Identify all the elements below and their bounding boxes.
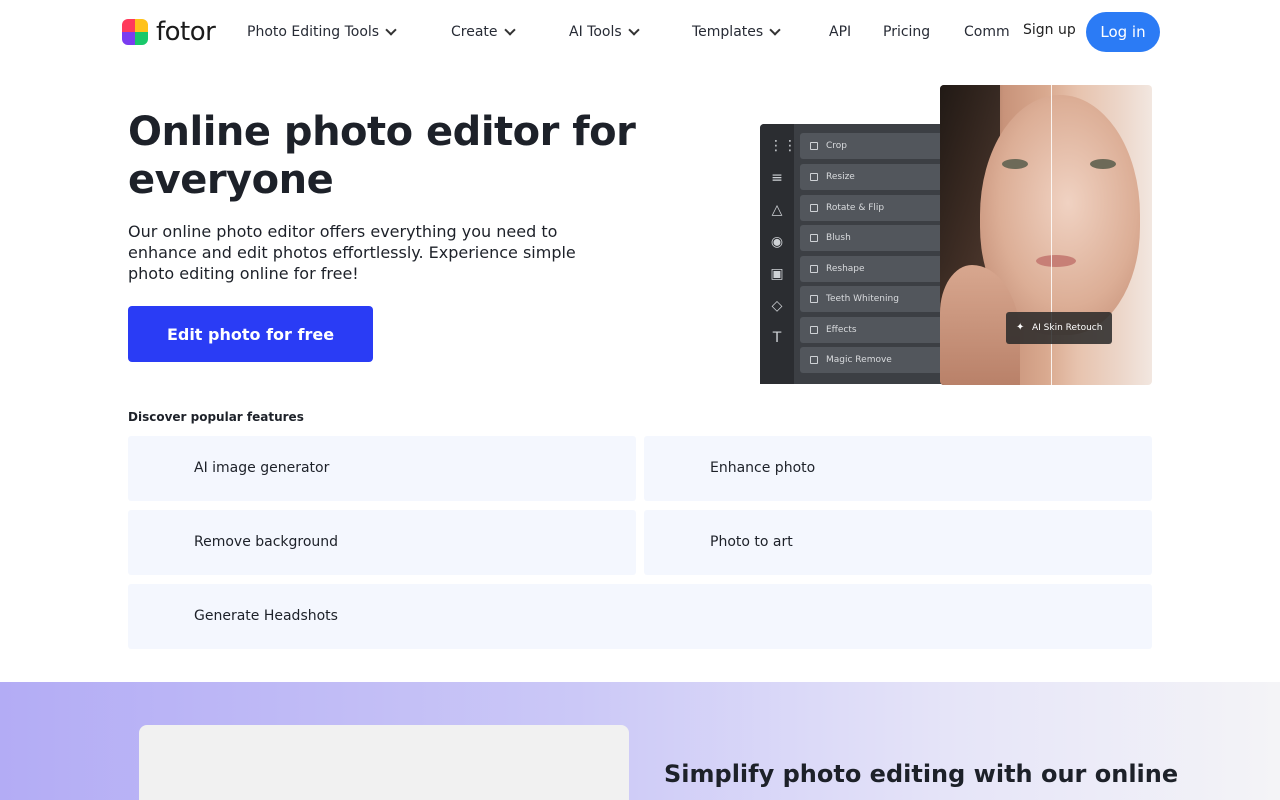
portrait-lips	[1036, 255, 1076, 267]
chevron-down-icon	[385, 24, 397, 36]
eraser-icon	[810, 356, 818, 364]
nav-label: Pricing	[883, 24, 931, 40]
tool-effects: Effects	[800, 317, 945, 343]
tool-reshape: Reshape	[800, 256, 945, 282]
tool-label: Blush	[826, 233, 851, 243]
hero-title: Online photo editor for everyone	[128, 109, 636, 203]
tool-resize: Resize	[800, 164, 945, 190]
feature-label: Remove background	[194, 534, 339, 550]
feature-label: Generate Headshots	[194, 608, 338, 624]
tool-magic-remove: Magic Remove	[800, 347, 945, 373]
tool-label: Teeth Whitening	[826, 294, 899, 304]
nav-label: Templates	[692, 24, 764, 40]
eye-icon: ◉	[770, 234, 784, 250]
brush-icon	[810, 234, 818, 242]
tool-label: Reshape	[826, 264, 865, 274]
nav-label: Photo Editing Tools	[247, 24, 380, 40]
tool-label: Resize	[826, 172, 855, 182]
resize-icon	[810, 173, 818, 181]
feature-generate-headshots[interactable]: Generate Headshots	[128, 584, 1152, 649]
chevron-down-icon	[503, 24, 516, 36]
tool-crop: Crop	[800, 133, 945, 159]
feature-remove-background[interactable]: Remove background	[128, 510, 636, 575]
tool-rotate-flip: Rotate & Flip	[800, 195, 945, 221]
nav-label: Create	[451, 24, 498, 40]
edit-photo-button[interactable]: Edit photo for free	[128, 306, 373, 362]
feature-photo-to-art[interactable]: Photo to art	[644, 510, 1152, 575]
tool-label: Effects	[826, 325, 857, 335]
editor-panel-preview: ⋮⋮ ≡ △ ◉ ▣ ◇ T Crop Resize Rotate & Flip…	[760, 124, 950, 384]
sparkle-icon: ✦	[1016, 322, 1025, 333]
feature-ai-image-generator[interactable]: AI image generator	[128, 436, 636, 501]
editor-tool-rail: ⋮⋮ ≡ △ ◉ ▣ ◇ T	[760, 124, 797, 384]
crop-icon	[810, 142, 818, 150]
feature-enhance-photo[interactable]: Enhance photo	[644, 436, 1152, 501]
nav-photo-editing-tools[interactable]: Photo Editing Tools	[247, 22, 397, 42]
banner-preview-card	[139, 725, 629, 800]
nav-label: Comm	[964, 24, 1010, 40]
tooth-icon	[810, 295, 818, 303]
feature-label: Enhance photo	[710, 460, 816, 476]
fotor-logo-icon	[122, 19, 148, 45]
signup-link[interactable]: Sign up	[1021, 22, 1076, 38]
nav-api[interactable]: API	[829, 22, 851, 42]
feature-label: AI image generator	[194, 460, 330, 476]
features-heading: Discover popular features	[128, 410, 304, 424]
login-button[interactable]: Log in	[1086, 12, 1160, 52]
tool-blush: Blush	[800, 225, 945, 251]
nav-templates[interactable]: Templates	[692, 22, 781, 42]
grid-icon: ⋮⋮	[769, 138, 797, 154]
retouch-label: AI Skin Retouch	[1032, 323, 1103, 333]
nav-label: AI Tools	[569, 24, 622, 40]
nav-create[interactable]: Create	[451, 22, 516, 42]
fotor-logo[interactable]: fotor	[122, 17, 216, 47]
tool-label: Rotate & Flip	[826, 203, 885, 213]
nav-ai-tools[interactable]: AI Tools	[569, 22, 640, 42]
portrait-eye-left	[1002, 159, 1028, 169]
tool-label: Crop	[826, 141, 848, 151]
portrait-eye-right	[1090, 159, 1116, 169]
elements-icon: ◇	[771, 298, 783, 314]
nav-label: API	[829, 24, 852, 40]
tool-label: Magic Remove	[826, 355, 892, 365]
text-icon: T	[772, 330, 782, 346]
site-header: fotor Photo Editing Tools Create AI Tool…	[0, 0, 1280, 64]
logo-text: fotor	[156, 17, 216, 47]
tool-teeth-whitening: Teeth Whitening	[800, 286, 945, 312]
rotate-icon	[810, 204, 818, 212]
effects-icon	[810, 326, 818, 334]
hero-description: Our online photo editor offers everythin…	[128, 222, 576, 283]
banner-title: Simplify photo editing with our online	[664, 760, 1179, 788]
flask-icon: △	[771, 202, 783, 218]
feature-label: Photo to art	[710, 534, 793, 550]
frame-icon: ▣	[770, 266, 784, 282]
chevron-down-icon	[769, 24, 781, 36]
adjust-icon: ≡	[771, 170, 783, 186]
ai-skin-retouch-badge: ✦ AI Skin Retouch	[1006, 312, 1112, 344]
chevron-down-icon	[627, 24, 640, 36]
reshape-icon	[810, 265, 818, 273]
nav-community[interactable]: Comm	[964, 22, 1010, 42]
nav-pricing[interactable]: Pricing	[883, 22, 930, 42]
